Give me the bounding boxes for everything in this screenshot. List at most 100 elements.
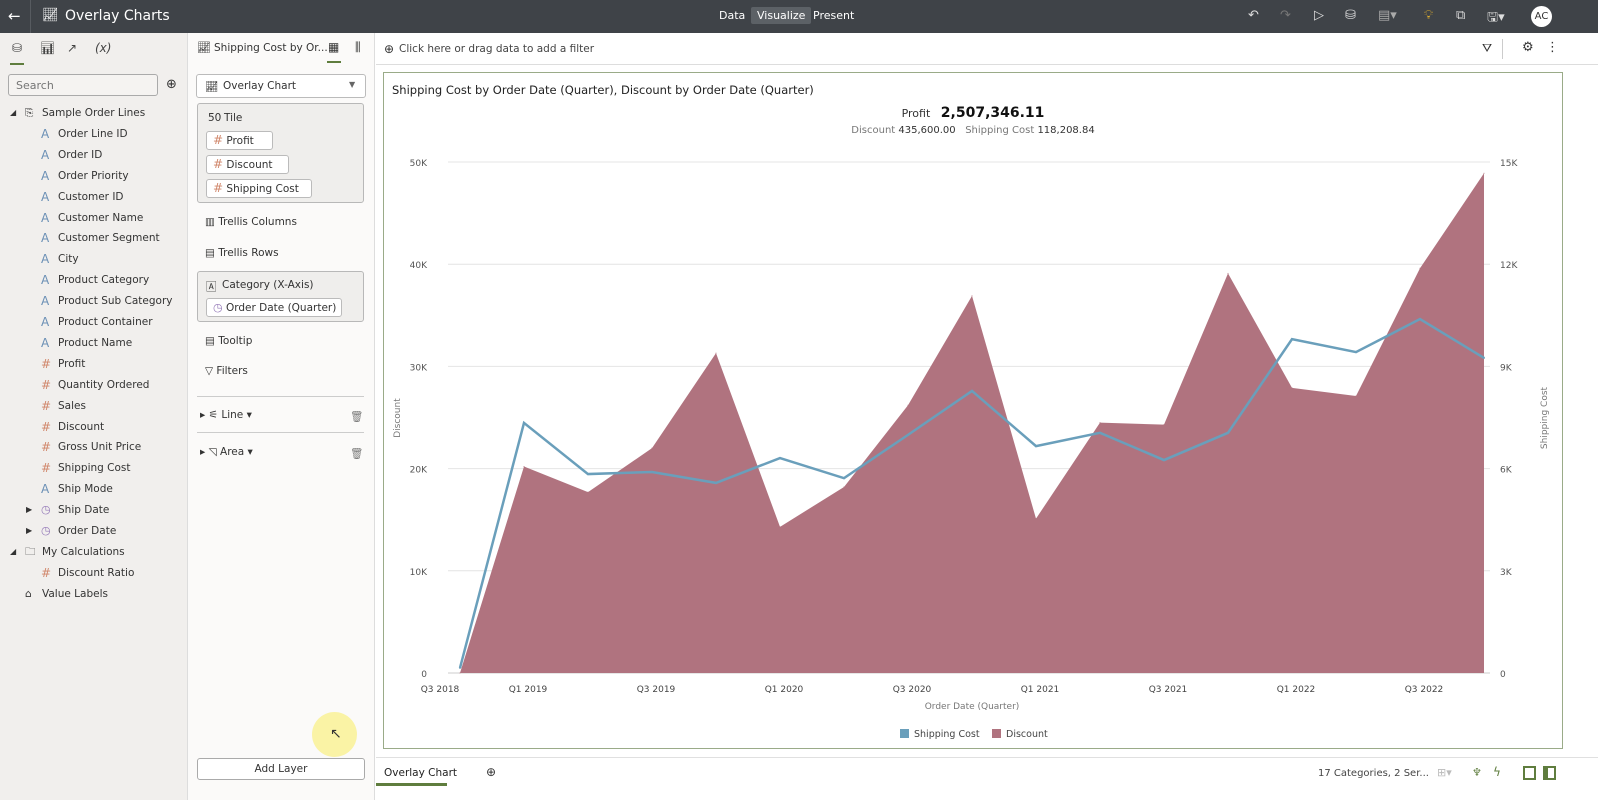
play-icon[interactable]: ▷ xyxy=(1314,8,1324,23)
area-series-discount xyxy=(460,173,1484,673)
canvas-tab-overlay-chart[interactable]: Overlay Chart xyxy=(384,767,457,779)
panel-right-toggle[interactable] xyxy=(1543,766,1556,780)
layout-icon[interactable]: ⊞▾ xyxy=(1437,766,1452,779)
export-icon[interactable]: ⧉ xyxy=(1456,8,1465,23)
x-tick-label: Q1 2020 xyxy=(765,685,804,695)
area-point xyxy=(1291,387,1293,389)
mode-present[interactable]: Present xyxy=(807,7,860,24)
analytics-icon[interactable]: ↗ xyxy=(67,41,77,55)
grammar-tab-icon[interactable]: ▦ xyxy=(328,40,339,54)
tree-item-label: Ship Mode xyxy=(58,483,113,496)
area-point xyxy=(1035,518,1037,520)
tree-item-label: City xyxy=(58,253,79,266)
mode-visualize[interactable]: Visualize xyxy=(751,7,812,24)
text-icon: A xyxy=(41,482,50,497)
chart-type-icon: 📈︎ xyxy=(205,81,219,93)
cursor-icon: ↖ xyxy=(330,726,342,742)
y2-tick-label: 12K xyxy=(1500,261,1518,271)
chart-card[interactable]: Shipping Cost by Order Date (Quarter), D… xyxy=(383,72,1563,749)
save-icon[interactable]: 🖫▾ xyxy=(1487,8,1505,30)
chart-type-label: Overlay Chart xyxy=(223,80,297,92)
viz-title[interactable]: Shipping Cost by Or... xyxy=(214,42,328,54)
add-canvas-icon[interactable]: ⊕ xyxy=(486,765,496,779)
area-point xyxy=(523,466,525,468)
date-icon: ◷ xyxy=(41,503,51,517)
tree-item-label: My Calculations xyxy=(42,545,125,558)
text-icon: A xyxy=(41,294,50,309)
area-point xyxy=(1355,395,1357,397)
panel-left-toggle[interactable] xyxy=(1523,766,1536,780)
chart-type-select[interactable]: 📈︎ Overlay Chart ▼ xyxy=(196,74,366,98)
top-bar: ← 📈︎ Overlay Charts Data Visualize Prese… xyxy=(0,0,1598,33)
avatar[interactable]: AC xyxy=(1531,6,1552,27)
tile-item-profit[interactable]: # Profit xyxy=(206,131,273,150)
tree-item-label: Shipping Cost xyxy=(58,462,131,475)
filter-bar[interactable]: ⊕ Click here or drag data to add a filte… xyxy=(376,33,1598,65)
trash-icon[interactable]: 🗑︎ xyxy=(350,447,363,460)
text-icon: A xyxy=(41,273,50,288)
category-dropzone[interactable]: 🄰 Category (X-Axis) ◷ Order Date (Quarte… xyxy=(197,271,364,322)
chart-icon: 📈︎ xyxy=(42,8,59,23)
area-point xyxy=(907,404,909,406)
y-axis-title: Discount xyxy=(393,398,403,438)
text-icon: A xyxy=(41,189,50,204)
category-icon: 🄰 xyxy=(206,281,217,293)
tile-dropzone[interactable]: 5̄0 Tile # Profit # Discount # Shipping … xyxy=(197,103,364,203)
tree-item-label: Value Labels xyxy=(42,587,108,600)
add-layer-button[interactable]: Add Layer xyxy=(197,758,365,780)
lightbulb-icon[interactable]: 💡︎ xyxy=(1424,8,1433,23)
trellis-rows[interactable]: ▤ Trellis Rows xyxy=(205,247,279,259)
overlay-chart[interactable]: 0 0 10K 3K 20K 6K 30K 9K 40K 12K 50K 15K Q3 2018 Q1 2… xyxy=(384,73,1562,748)
tile-item-shipping-cost[interactable]: # Shipping Cost xyxy=(206,179,312,198)
active-tab-indicator xyxy=(327,61,341,63)
redo-icon[interactable]: ↷ xyxy=(1280,8,1291,23)
area-point xyxy=(843,486,845,488)
properties-icon[interactable]: ⫼ xyxy=(355,40,361,55)
data-icon[interactable]: ⛁ xyxy=(9,41,25,65)
legend-swatch-discount xyxy=(992,729,1001,738)
tooltip-dropzone[interactable]: ▤ Tooltip xyxy=(205,335,252,347)
collapse-icon[interactable]: ◢ xyxy=(10,542,16,562)
undo-icon[interactable]: ↶ xyxy=(1248,8,1259,23)
line-point xyxy=(1419,318,1421,321)
layer-area[interactable]: ▸ ◹ Area ▾ xyxy=(200,446,253,458)
visualizations-icon[interactable]: 📊︎ xyxy=(40,41,55,55)
comment-icon[interactable]: ▤▾ xyxy=(1378,8,1397,23)
trash-icon[interactable]: 🗑︎ xyxy=(350,410,363,423)
add-filter-icon[interactable]: ⊕ xyxy=(384,42,394,56)
number-icon: # xyxy=(41,565,52,580)
more-options-icon[interactable]: ⋮ xyxy=(1546,40,1559,55)
tile-item-discount[interactable]: # Discount xyxy=(206,155,289,174)
chart-icon: 📈︎ xyxy=(197,41,211,54)
trellis-columns[interactable]: ▥ Trellis Columns xyxy=(205,216,297,228)
layer-line[interactable]: ▸ ⚟ Line ▾ xyxy=(200,409,252,421)
data-refresh-icon[interactable]: ⛁ xyxy=(1345,8,1356,23)
lightning-icon[interactable]: ϟ xyxy=(1493,765,1501,779)
search-input[interactable] xyxy=(8,74,158,96)
line-point xyxy=(1099,431,1101,434)
add-icon[interactable]: ⊕ xyxy=(166,77,177,92)
line-point xyxy=(651,471,653,474)
area-point xyxy=(1099,422,1101,424)
mode-data[interactable]: Data xyxy=(713,7,751,24)
tree-item-label: Customer Segment xyxy=(58,232,160,245)
filter-settings-icon[interactable]: ⛛ xyxy=(1482,41,1492,56)
line-point xyxy=(715,481,717,484)
x-tick-label: Q3 2022 xyxy=(1405,685,1444,695)
collapse-icon[interactable]: ◢ xyxy=(10,103,16,123)
x-tick-label: Q3 2021 xyxy=(1149,685,1188,695)
back-arrow-icon[interactable]: ← xyxy=(8,7,21,25)
category-item-order-date[interactable]: ◷ Order Date (Quarter) xyxy=(206,298,342,317)
y-tick-label: 10K xyxy=(410,568,428,578)
brush-icon[interactable]: ♆ xyxy=(1472,766,1482,779)
line-point xyxy=(971,389,973,392)
auto-apply-icon[interactable]: ⚙ xyxy=(1522,40,1534,55)
filters-dropzone[interactable]: ▽ Filters xyxy=(205,365,248,377)
line-point xyxy=(1163,459,1165,462)
expand-icon[interactable]: ▶ xyxy=(26,521,32,541)
filter-placeholder[interactable]: Click here or drag data to add a filter xyxy=(399,43,594,55)
category-label: Category (X-Axis) xyxy=(222,279,314,291)
expand-icon[interactable]: ▶ xyxy=(26,500,32,520)
tree-item-label: Customer Name xyxy=(58,211,144,224)
calculations-tab[interactable]: (x) xyxy=(95,41,111,55)
